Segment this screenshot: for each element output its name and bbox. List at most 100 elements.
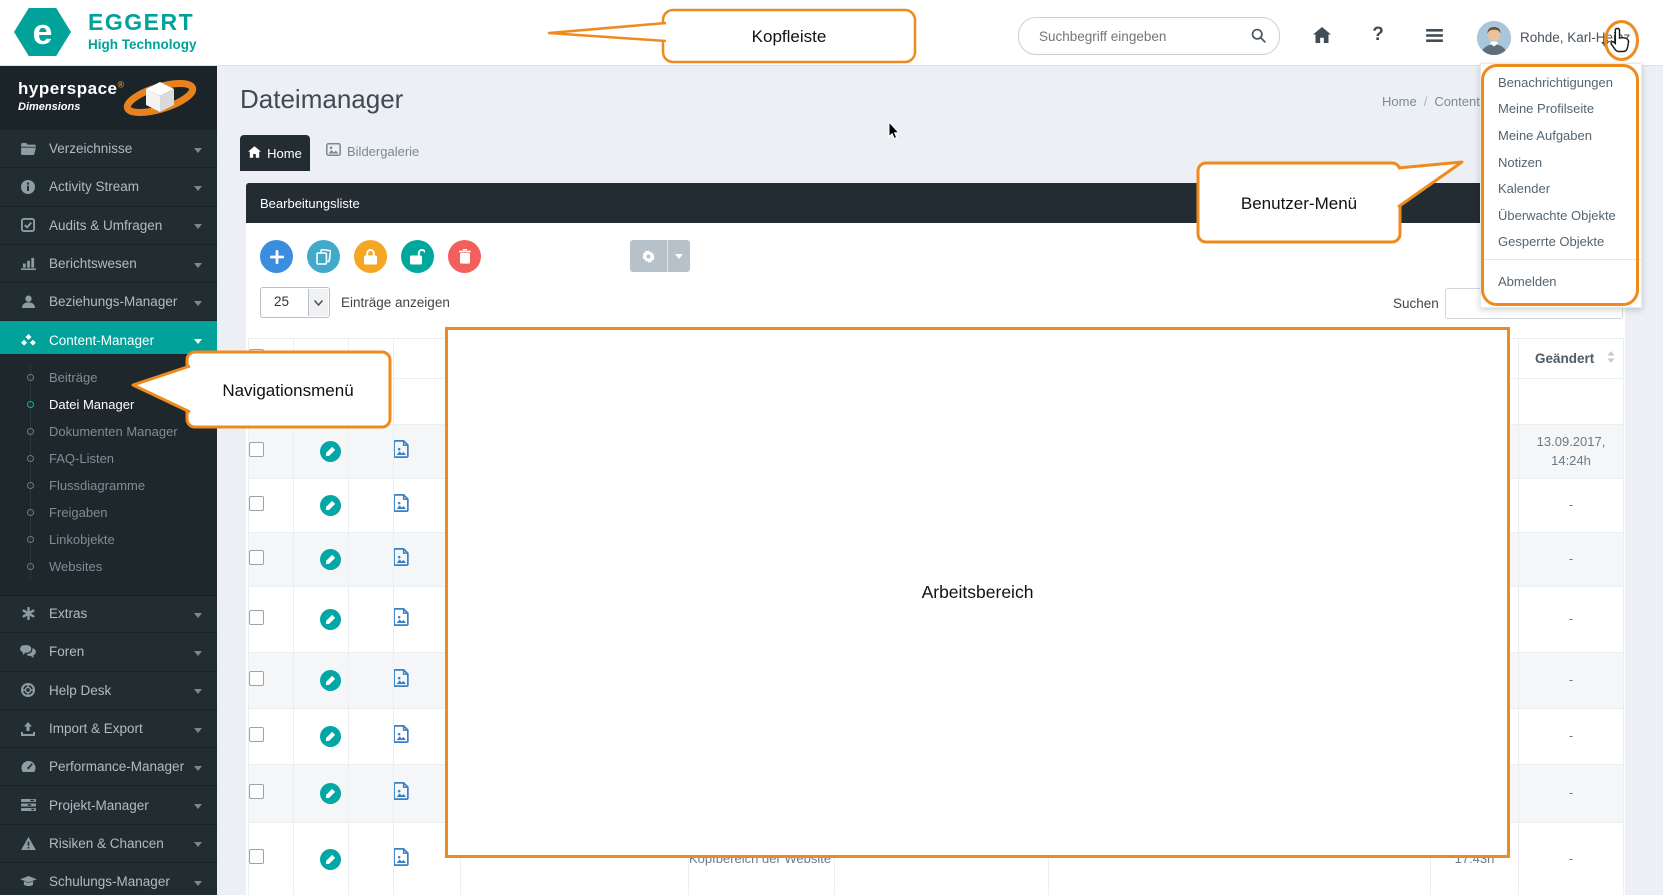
add-button[interactable] [260, 240, 293, 273]
help-icon[interactable]: ? [1362, 24, 1394, 46]
edit-icon[interactable] [320, 849, 341, 870]
tab-home[interactable]: Home [240, 135, 310, 171]
edit-icon[interactable] [320, 670, 341, 691]
page-length-select[interactable]: 25 [260, 287, 330, 318]
edit-icon[interactable] [320, 609, 341, 630]
caret-down-icon [194, 605, 202, 623]
hyperspace-swoosh-icon [118, 75, 206, 121]
menu-item-notizen[interactable]: Notizen [1481, 149, 1641, 176]
info-icon [17, 180, 39, 194]
edit-icon[interactable] [320, 549, 341, 570]
image-file-icon[interactable] [394, 445, 409, 462]
edit-icon[interactable] [320, 783, 341, 804]
row-checkbox[interactable] [249, 849, 264, 864]
sidebar-item-faq-listen[interactable]: FAQ-Listen [0, 445, 217, 472]
row-checkbox[interactable] [249, 550, 264, 565]
image-file-icon[interactable] [394, 553, 409, 570]
menu-item-abmelden[interactable]: Abmelden [1481, 266, 1641, 296]
cubes-icon [17, 334, 39, 346]
lock-button[interactable] [354, 240, 387, 273]
user-dropdown-menu: Benachrichtigungen Meine Profilseite Mei… [1480, 63, 1642, 308]
sidebar-item-schulungs-manager[interactable]: Schulungs-Manager [0, 863, 217, 895]
caret-down-icon [194, 758, 202, 776]
caret-down-icon [194, 216, 202, 234]
life-ring-icon [17, 683, 39, 697]
edit-icon[interactable] [320, 495, 341, 516]
sidebar-item-berichtswesen[interactable]: Berichtswesen [0, 245, 217, 283]
chevron-down-icon[interactable] [1601, 34, 1609, 52]
column-header-geaendert[interactable]: Geändert [1519, 339, 1624, 379]
menu-item-meine-profilseite[interactable]: Meine Profilseite [1481, 96, 1641, 123]
sort-icon[interactable] [1607, 350, 1615, 368]
settings-split-button[interactable] [630, 240, 690, 272]
menu-item-ueberwachte-objekte[interactable]: Überwachte Objekte [1481, 202, 1641, 229]
warning-icon [17, 837, 39, 850]
bullet-icon [27, 482, 34, 489]
sidebar-item-foren[interactable]: Foren [0, 633, 217, 671]
menu-item-gesperrte-objekte[interactable]: Gesperrte Objekte [1481, 229, 1641, 256]
image-file-icon[interactable] [394, 613, 409, 630]
sidebar-item-websites[interactable]: Websites [0, 553, 217, 580]
bullet-icon [27, 563, 34, 570]
panel-title: Bearbeitungsliste [260, 196, 360, 211]
menu-item-kalender[interactable]: Kalender [1481, 175, 1641, 202]
tab-bildergalerie[interactable]: Bildergalerie [326, 143, 419, 159]
unlock-button[interactable] [401, 240, 434, 273]
user-name[interactable]: Rohde, Karl-Heinz [1520, 26, 1630, 50]
image-file-icon[interactable] [394, 787, 409, 804]
home-icon[interactable] [1306, 24, 1338, 46]
changed-cell: - [1519, 653, 1624, 709]
image-file-icon[interactable] [394, 674, 409, 691]
sidebar-item-performance-manager[interactable]: Performance-Manager [0, 748, 217, 786]
image-file-icon[interactable] [394, 499, 409, 516]
chevron-down-icon [308, 289, 328, 316]
edit-icon[interactable] [320, 441, 341, 462]
sidebar-item-audits[interactable]: Audits & Umfragen [0, 207, 217, 245]
caret-down-icon [194, 178, 202, 196]
sidebar-item-beziehungs-manager[interactable]: Beziehungs-Manager [0, 283, 217, 321]
bullet-icon [27, 509, 34, 516]
annotation-kopfleiste: Kopfleiste [540, 3, 930, 69]
row-checkbox[interactable] [249, 671, 264, 686]
svg-text:Navigationsmenü: Navigationsmenü [222, 381, 353, 400]
caret-down-icon [194, 720, 202, 738]
menu-item-benachrichtigungen[interactable]: Benachrichtigungen [1481, 69, 1641, 96]
row-checkbox[interactable] [249, 784, 264, 799]
bullet-icon [27, 428, 34, 435]
sidebar-item-import-export[interactable]: Import & Export [0, 710, 217, 748]
bar-chart-icon [17, 257, 39, 270]
delete-button[interactable] [448, 240, 481, 273]
caret-down-icon [194, 834, 202, 852]
global-search-input[interactable] [1037, 19, 1241, 53]
image-file-icon[interactable] [394, 730, 409, 747]
sidebar-item-extras[interactable]: Extras [0, 595, 217, 633]
sidebar-item-projekt-manager[interactable]: Projekt-Manager [0, 786, 217, 824]
arrow-cursor-icon [888, 121, 901, 146]
brand-block: EGGERT High Technology [88, 10, 197, 52]
row-checkbox[interactable] [249, 610, 264, 625]
edit-icon[interactable] [320, 726, 341, 747]
sidebar-item-flussdiagramme[interactable]: Flussdiagramme [0, 472, 217, 499]
asterisk-icon [17, 607, 39, 620]
sidebar-item-help-desk[interactable]: Help Desk [0, 672, 217, 710]
breadcrumb-home[interactable]: Home [1382, 94, 1417, 109]
sidebar-item-activity-stream[interactable]: Activity Stream [0, 168, 217, 206]
gear-icon[interactable] [630, 240, 667, 272]
sidebar-item-freigaben[interactable]: Freigaben [0, 499, 217, 526]
menu-item-meine-aufgaben[interactable]: Meine Aufgaben [1481, 122, 1641, 149]
copy-button[interactable] [307, 240, 340, 273]
search-icon[interactable] [1250, 27, 1267, 49]
list-icon[interactable] [1418, 24, 1450, 46]
image-icon [326, 143, 341, 159]
user-avatar[interactable] [1477, 21, 1511, 55]
user-icon [17, 295, 39, 308]
row-checkbox[interactable] [249, 496, 264, 511]
chevron-down-icon[interactable] [667, 240, 690, 272]
row-checkbox[interactable] [249, 442, 264, 457]
sidebar-item-linkobjekte[interactable]: Linkobjekte [0, 526, 217, 553]
svg-text:Benutzer-Menü: Benutzer-Menü [1241, 194, 1357, 213]
row-checkbox[interactable] [249, 727, 264, 742]
sidebar-item-verzeichnisse[interactable]: Verzeichnisse [0, 130, 217, 168]
sidebar-item-risiken-chancen[interactable]: Risiken & Chancen [0, 825, 217, 863]
image-file-icon[interactable] [394, 853, 409, 870]
